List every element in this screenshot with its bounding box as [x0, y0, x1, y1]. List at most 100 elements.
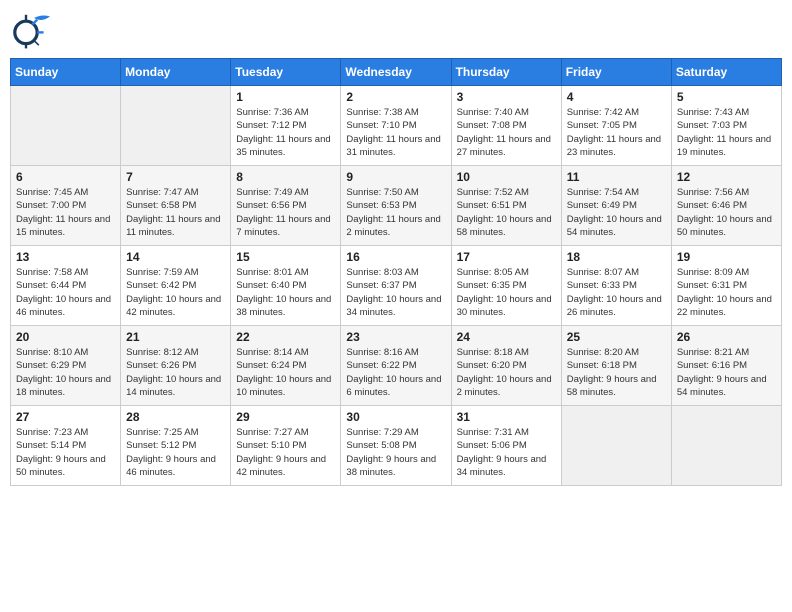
calendar-cell: 20 Sunrise: 8:10 AMSunset: 6:29 PMDayligh…	[11, 326, 121, 406]
calendar-week-row: 1 Sunrise: 7:36 AMSunset: 7:12 PMDaylight…	[11, 86, 782, 166]
calendar-header-tuesday: Tuesday	[231, 59, 341, 86]
calendar-cell: 29 Sunrise: 7:27 AMSunset: 5:10 PMDayligh…	[231, 406, 341, 486]
calendar-cell: 1 Sunrise: 7:36 AMSunset: 7:12 PMDaylight…	[231, 86, 341, 166]
calendar-cell	[561, 406, 671, 486]
day-number: 5	[677, 90, 776, 104]
day-number: 28	[126, 410, 225, 424]
day-info: Sunrise: 8:18 AMSunset: 6:20 PMDaylight:…	[457, 346, 556, 399]
day-number: 17	[457, 250, 556, 264]
day-info: Sunrise: 7:43 AMSunset: 7:03 PMDaylight:…	[677, 106, 776, 159]
day-number: 20	[16, 330, 115, 344]
day-number: 11	[567, 170, 666, 184]
calendar-week-row: 27Sunrise: 7:23 AMSunset: 5:14 PMDayligh…	[11, 406, 782, 486]
day-number: 13	[16, 250, 115, 264]
day-number: 15	[236, 250, 335, 264]
day-number: 2	[346, 90, 445, 104]
calendar-header-sunday: Sunday	[11, 59, 121, 86]
calendar-week-row: 13Sunrise: 7:58 AMSunset: 6:44 PMDayligh…	[11, 246, 782, 326]
day-info: Sunrise: 7:40 AMSunset: 7:08 PMDaylight:…	[457, 106, 556, 159]
calendar-header-row: SundayMondayTuesdayWednesdayThursdayFrid…	[11, 59, 782, 86]
day-number: 12	[677, 170, 776, 184]
calendar-cell: 4Sunrise: 7:42 AMSunset: 7:05 PMDaylight…	[561, 86, 671, 166]
day-info: Sunrise: 7:29 AMSunset: 5:08 PMDaylight:…	[346, 426, 445, 479]
day-info: Sunrise: 7:25 AMSunset: 5:12 PMDaylight:…	[126, 426, 225, 479]
day-info: Sunrise: 7:54 AMSunset: 6:49 PMDaylight:…	[567, 186, 666, 239]
calendar-cell: 2Sunrise: 7:38 AMSunset: 7:10 PMDaylight…	[341, 86, 451, 166]
calendar-cell: 5 Sunrise: 7:43 AMSunset: 7:03 PMDaylight…	[671, 86, 781, 166]
calendar-week-row: 20 Sunrise: 8:10 AMSunset: 6:29 PMDayligh…	[11, 326, 782, 406]
calendar-cell: 8 Sunrise: 7:49 AMSunset: 6:56 PMDaylight…	[231, 166, 341, 246]
calendar-week-row: 6 Sunrise: 7:45 AMSunset: 7:00 PMDaylight…	[11, 166, 782, 246]
day-info: Sunrise: 8:12 AMSunset: 6:26 PMDaylight:…	[126, 346, 225, 399]
day-number: 9	[346, 170, 445, 184]
day-info: Sunrise: 7:45 AMSunset: 7:00 PMDaylight:…	[16, 186, 115, 239]
day-number: 8	[236, 170, 335, 184]
day-number: 4	[567, 90, 666, 104]
day-number: 22	[236, 330, 335, 344]
day-info: Sunrise: 8:21 AMSunset: 6:16 PMDaylight:…	[677, 346, 776, 399]
day-number: 3	[457, 90, 556, 104]
day-number: 30	[346, 410, 445, 424]
calendar-cell: 11 Sunrise: 7:54 AMSunset: 6:49 PMDayligh…	[561, 166, 671, 246]
day-info: Sunrise: 7:31 AMSunset: 5:06 PMDaylight:…	[457, 426, 556, 479]
calendar-cell: 22 Sunrise: 8:14 AMSunset: 6:24 PMDayligh…	[231, 326, 341, 406]
calendar-cell: 3 Sunrise: 7:40 AMSunset: 7:08 PMDaylight…	[451, 86, 561, 166]
calendar-header-thursday: Thursday	[451, 59, 561, 86]
calendar-cell: 30 Sunrise: 7:29 AMSunset: 5:08 PMDayligh…	[341, 406, 451, 486]
day-number: 18	[567, 250, 666, 264]
day-number: 1	[236, 90, 335, 104]
day-number: 7	[126, 170, 225, 184]
day-info: Sunrise: 7:56 AMSunset: 6:46 PMDaylight:…	[677, 186, 776, 239]
day-info: Sunrise: 8:01 AMSunset: 6:40 PMDaylight:…	[236, 266, 335, 319]
calendar-cell	[11, 86, 121, 166]
day-info: Sunrise: 8:10 AMSunset: 6:29 PMDaylight:…	[16, 346, 115, 399]
page-header	[10, 10, 782, 50]
calendar-cell: 21 Sunrise: 8:12 AMSunset: 6:26 PMDayligh…	[121, 326, 231, 406]
calendar-cell: 25Sunrise: 8:20 AMSunset: 6:18 PMDayligh…	[561, 326, 671, 406]
calendar-cell: 15 Sunrise: 8:01 AMSunset: 6:40 PMDayligh…	[231, 246, 341, 326]
calendar-cell	[121, 86, 231, 166]
logo-icon	[10, 10, 50, 50]
day-number: 16	[346, 250, 445, 264]
day-number: 26	[677, 330, 776, 344]
calendar-cell: 18 Sunrise: 8:07 AMSunset: 6:33 PMDayligh…	[561, 246, 671, 326]
day-info: Sunrise: 7:36 AMSunset: 7:12 PMDaylight:…	[236, 106, 335, 159]
calendar-cell: 6 Sunrise: 7:45 AMSunset: 7:00 PMDaylight…	[11, 166, 121, 246]
calendar-cell: 31 Sunrise: 7:31 AMSunset: 5:06 PMDayligh…	[451, 406, 561, 486]
calendar-header-saturday: Saturday	[671, 59, 781, 86]
day-number: 29	[236, 410, 335, 424]
calendar-cell: 10Sunrise: 7:52 AMSunset: 6:51 PMDayligh…	[451, 166, 561, 246]
day-info: Sunrise: 8:16 AMSunset: 6:22 PMDaylight:…	[346, 346, 445, 399]
calendar-header-monday: Monday	[121, 59, 231, 86]
calendar-cell: 26 Sunrise: 8:21 AMSunset: 6:16 PMDayligh…	[671, 326, 781, 406]
day-info: Sunrise: 7:49 AMSunset: 6:56 PMDaylight:…	[236, 186, 335, 239]
day-number: 25	[567, 330, 666, 344]
calendar-cell: 19Sunrise: 8:09 AMSunset: 6:31 PMDayligh…	[671, 246, 781, 326]
calendar-cell	[671, 406, 781, 486]
day-info: Sunrise: 8:09 AMSunset: 6:31 PMDaylight:…	[677, 266, 776, 319]
calendar-cell: 12 Sunrise: 7:56 AMSunset: 6:46 PMDayligh…	[671, 166, 781, 246]
day-number: 14	[126, 250, 225, 264]
day-info: Sunrise: 7:47 AMSunset: 6:58 PMDaylight:…	[126, 186, 225, 239]
day-number: 31	[457, 410, 556, 424]
day-info: Sunrise: 8:05 AMSunset: 6:35 PMDaylight:…	[457, 266, 556, 319]
day-number: 6	[16, 170, 115, 184]
logo	[10, 10, 54, 50]
calendar-cell: 9 Sunrise: 7:50 AMSunset: 6:53 PMDaylight…	[341, 166, 451, 246]
calendar-cell: 16 Sunrise: 8:03 AMSunset: 6:37 PMDayligh…	[341, 246, 451, 326]
calendar-cell: 27Sunrise: 7:23 AMSunset: 5:14 PMDayligh…	[11, 406, 121, 486]
day-info: Sunrise: 7:27 AMSunset: 5:10 PMDaylight:…	[236, 426, 335, 479]
calendar-cell: 23 Sunrise: 8:16 AMSunset: 6:22 PMDayligh…	[341, 326, 451, 406]
day-info: Sunrise: 7:52 AMSunset: 6:51 PMDaylight:…	[457, 186, 556, 239]
day-number: 27	[16, 410, 115, 424]
day-number: 21	[126, 330, 225, 344]
calendar-cell: 24 Sunrise: 8:18 AMSunset: 6:20 PMDayligh…	[451, 326, 561, 406]
day-info: Sunrise: 8:07 AMSunset: 6:33 PMDaylight:…	[567, 266, 666, 319]
day-number: 23	[346, 330, 445, 344]
day-info: Sunrise: 7:50 AMSunset: 6:53 PMDaylight:…	[346, 186, 445, 239]
day-info: Sunrise: 8:14 AMSunset: 6:24 PMDaylight:…	[236, 346, 335, 399]
day-info: Sunrise: 7:59 AMSunset: 6:42 PMDaylight:…	[126, 266, 225, 319]
day-number: 24	[457, 330, 556, 344]
calendar-table: SundayMondayTuesdayWednesdayThursdayFrid…	[10, 58, 782, 486]
day-info: Sunrise: 8:03 AMSunset: 6:37 PMDaylight:…	[346, 266, 445, 319]
